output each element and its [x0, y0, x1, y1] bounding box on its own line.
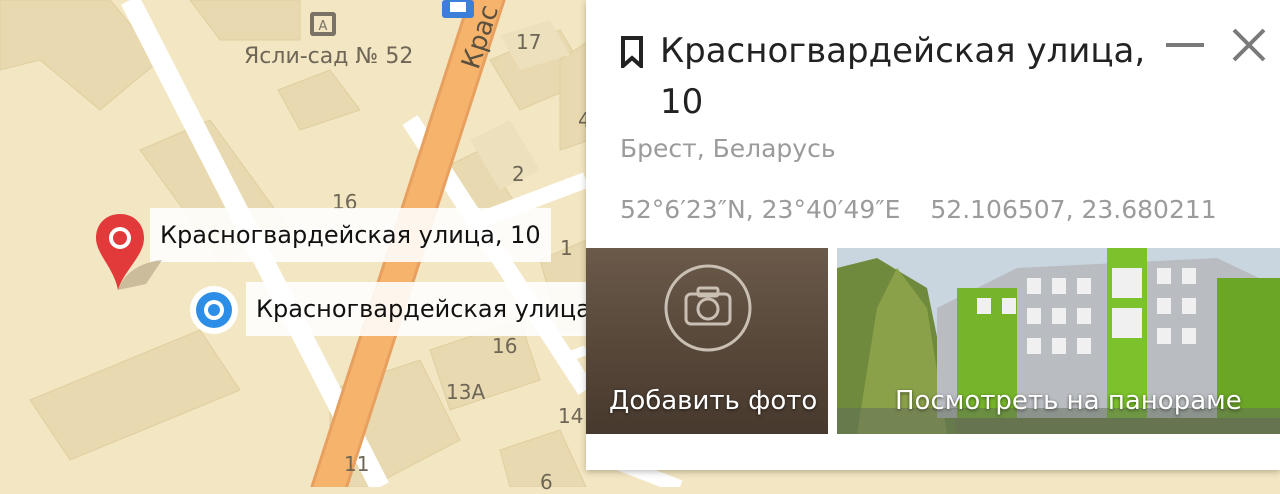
close-icon[interactable]: [1230, 26, 1268, 64]
panorama-label: Посмотреть на панораме: [895, 386, 1242, 416]
place-card-header: Красногвардейская улица, 10: [620, 26, 1160, 128]
add-photo-button[interactable]: Добавить фото: [586, 248, 828, 434]
place-subtitle: Брест, Беларусь: [620, 134, 836, 163]
blue-pin-label[interactable]: Красногвардейская улица: [246, 282, 606, 336]
camera-icon: [664, 264, 752, 352]
poi-label: Ясли-сад № 52: [244, 44, 414, 69]
house-number: 2: [512, 162, 525, 186]
red-pin-label[interactable]: Красногвардейская улица, 10: [150, 208, 551, 262]
house-number: 11: [344, 452, 370, 476]
minimize-icon[interactable]: [1164, 30, 1206, 60]
photo-strip: Добавить фото Посмотреть на панораме: [586, 248, 1280, 434]
house-number: 1: [560, 236, 573, 260]
transport-icon[interactable]: [442, 0, 474, 18]
bookmark-icon[interactable]: [620, 36, 644, 68]
red-pin-icon[interactable]: [94, 210, 166, 292]
house-number: 13А: [446, 380, 486, 404]
panorama-button[interactable]: Посмотреть на панораме: [837, 248, 1280, 434]
coords-decimal[interactable]: 52.106507, 23.680211: [930, 195, 1216, 224]
kindergarten-icon: A: [310, 12, 336, 36]
add-photo-label: Добавить фото: [609, 386, 818, 416]
house-number: 17: [516, 30, 542, 54]
house-number: 16: [492, 334, 518, 358]
coords-dms[interactable]: 52°6′23″N, 23°40′49″E: [620, 195, 900, 224]
house-number: 14: [558, 404, 584, 428]
house-number: 6: [540, 470, 553, 494]
place-title: Красногвардейская улица, 10: [660, 31, 1146, 122]
blue-location-icon[interactable]: [188, 284, 240, 336]
svg-text:A: A: [319, 19, 328, 34]
coordinates: 52°6′23″N, 23°40′49″E 52.106507, 23.68021…: [620, 195, 1217, 224]
